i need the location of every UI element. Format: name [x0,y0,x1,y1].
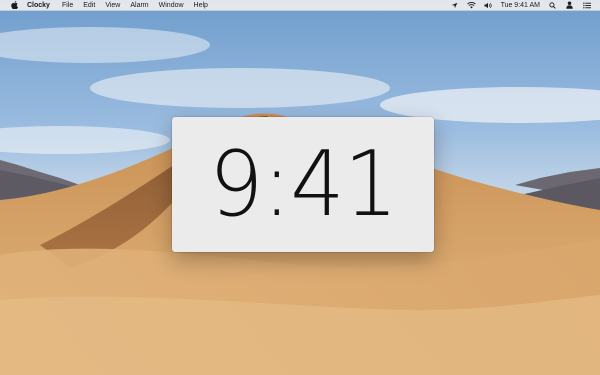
search-icon[interactable] [548,1,557,10]
apple-icon[interactable] [10,1,18,10]
menu-bar-left: Clocky File Edit View Alarm Window Help [0,0,218,10]
wifi-icon[interactable] [466,1,476,10]
menu-bar-clock[interactable]: Tue 9:41 AM [501,0,540,11]
menu-file[interactable]: File [62,0,73,11]
menu-help[interactable]: Help [194,0,208,11]
menu-edit[interactable]: Edit [83,0,95,11]
menu-app-name[interactable]: Clocky [27,0,50,11]
clock-time-display: 9:41 [208,131,398,237]
menu-view[interactable]: View [105,0,120,11]
menu-alarm[interactable]: Alarm [130,0,148,11]
menu-bar-status: Tue 9:41 AM [442,0,600,10]
list-icon[interactable] [582,1,591,10]
user-icon[interactable] [565,1,574,10]
menu-window[interactable]: Window [159,0,184,11]
location-icon[interactable] [450,1,459,10]
clock-window[interactable]: 9:41 [172,117,434,252]
menu-bar: Clocky File Edit View Alarm Window Help [0,0,600,11]
desktop: Clocky File Edit View Alarm Window Help [0,0,600,375]
volume-icon[interactable] [484,1,493,10]
